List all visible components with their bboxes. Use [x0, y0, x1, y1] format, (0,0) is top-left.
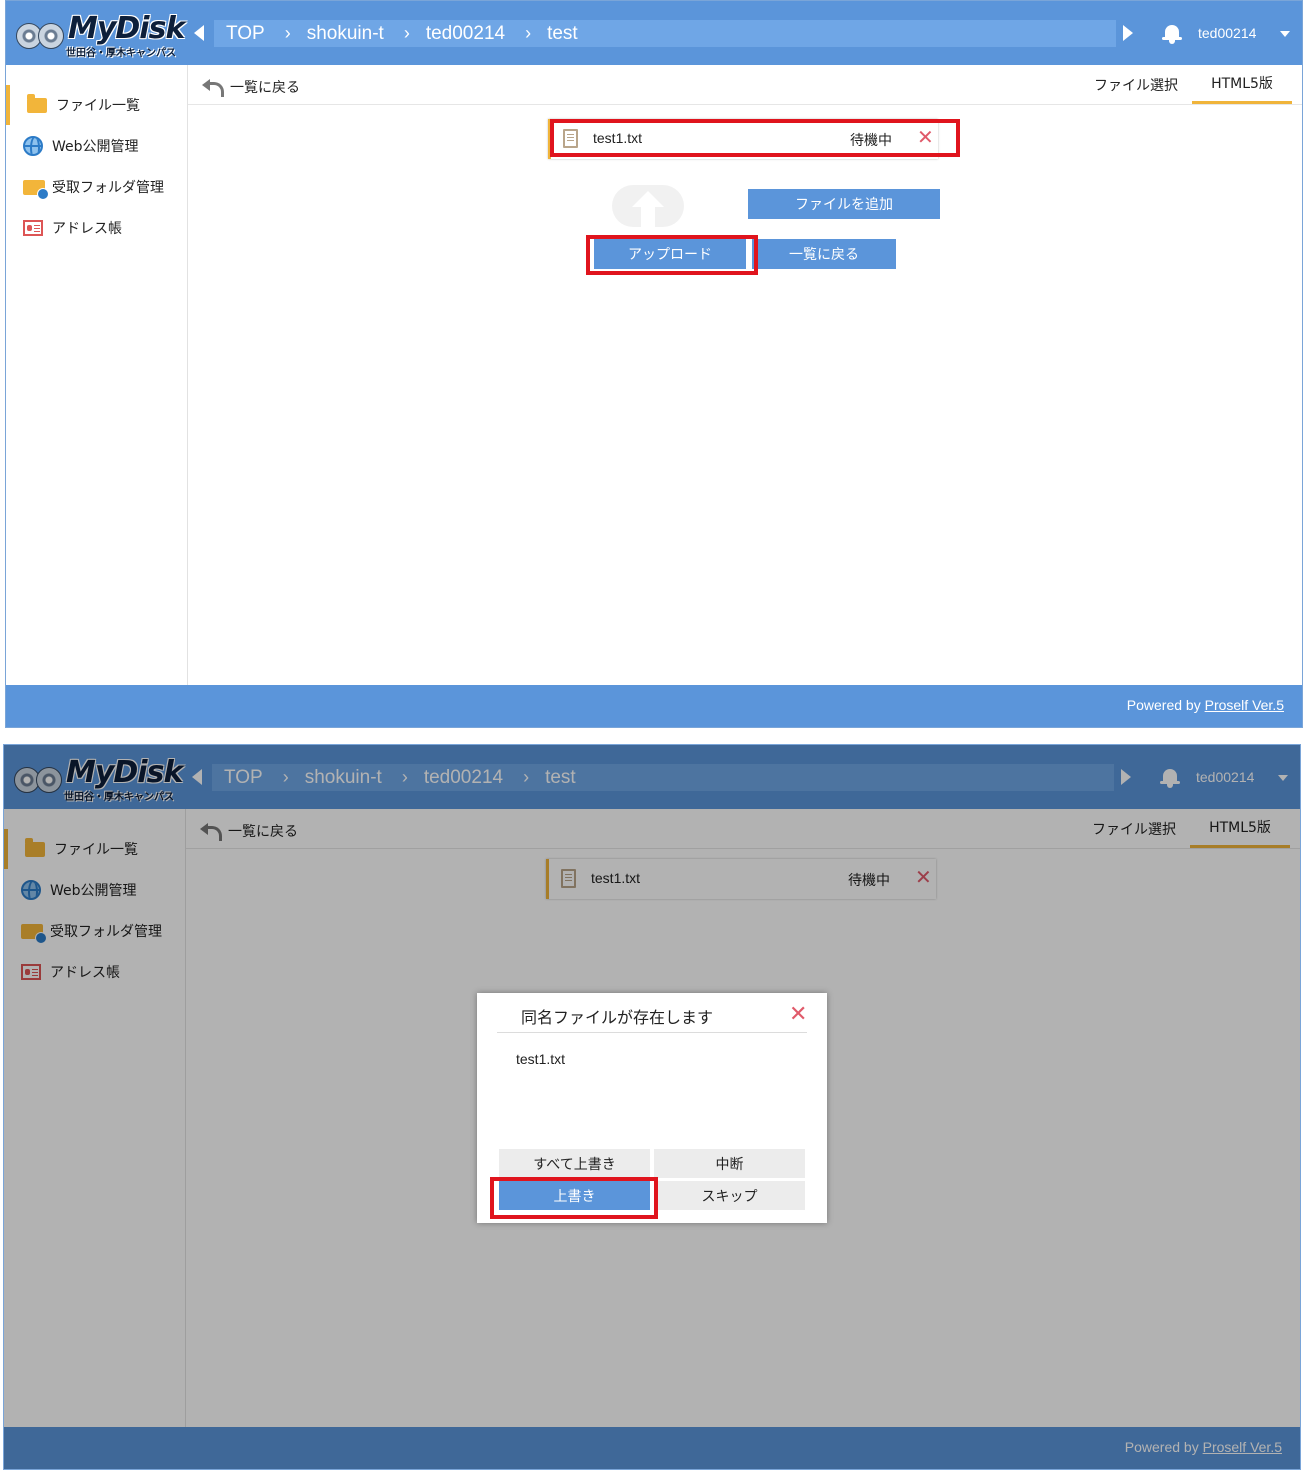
footer: Powered by Proself Ver.5 [6, 685, 1302, 727]
add-file-button[interactable]: ファイルを追加 [748, 189, 940, 219]
screenshot-upload-form: MyDisk 世田谷・厚木キャンパス TOP › shokuin-t › ted… [0, 0, 1306, 728]
highlight-box [490, 1177, 658, 1219]
chevron-down-icon[interactable] [1280, 31, 1290, 37]
breadcrumb-next-icon[interactable] [1123, 25, 1133, 41]
breadcrumb-item-test[interactable]: test [547, 23, 578, 45]
duplicate-file-dialog: 同名ファイルが存在します ✕ test1.txt すべて上書き 中断 上書き ス… [477, 993, 827, 1223]
back-to-list-button[interactable]: 一覧に戻る [752, 239, 896, 269]
sidebar-item-label: Web公開管理 [52, 139, 139, 155]
breadcrumb-item-shokuin[interactable]: shokuin-t [307, 23, 384, 45]
toolbar: 一覧に戻る ファイル選択 HTML5版 [188, 65, 1302, 105]
folder-icon [27, 93, 47, 113]
dialog-title: 同名ファイルが存在します [521, 1008, 714, 1027]
sidebar-item-label: 受取フォルダ管理 [52, 180, 164, 196]
overwrite-all-button[interactable]: すべて上書き [499, 1149, 650, 1178]
breadcrumb: TOP › shokuin-t › ted00214 › test [214, 20, 1116, 47]
screenshot-duplicate-dialog: MyDisk 世田谷・厚木キャンパス TOP › shokuin-t › ted… [0, 744, 1306, 1470]
app-window: MyDisk 世田谷・厚木キャンパス TOP › shokuin-t › ted… [3, 744, 1301, 1470]
abort-button[interactable]: 中断 [654, 1149, 805, 1178]
logo-title: MyDisk [68, 11, 185, 46]
sidebar-item-address-book[interactable]: アドレス帳 [6, 208, 187, 248]
mydisk-logo[interactable]: MyDisk 世田谷・厚木キャンパス [16, 11, 186, 59]
sidebar-item-receive-folder[interactable]: 受取フォルダ管理 [6, 167, 187, 207]
breadcrumb-separator: › [284, 23, 291, 43]
upload-cloud-icon[interactable] [612, 185, 684, 227]
powered-by: Powered by Proself Ver.5 [1127, 697, 1284, 713]
globe-icon [23, 136, 43, 156]
bell-icon[interactable] [1162, 23, 1182, 45]
dialog-file-name: test1.txt [516, 1051, 566, 1067]
address-book-icon [23, 220, 43, 236]
undo-arrow-icon [202, 79, 224, 97]
sidebar-item-file-list[interactable]: ファイル一覧 [6, 85, 187, 125]
main-content: 一覧に戻る ファイル選択 HTML5版 test1.txt 待機中 ✕ ファイル… [188, 65, 1302, 685]
breadcrumb-prev-icon[interactable] [194, 25, 204, 41]
sidebar: ファイル一覧 Web公開管理 受取フォルダ管理 アドレス帳 [6, 65, 188, 685]
proself-link[interactable]: Proself Ver.5 [1205, 697, 1284, 713]
header-bar: MyDisk 世田谷・厚木キャンパス TOP › shokuin-t › ted… [6, 1, 1302, 65]
powered-by-label: Powered by [1126, 697, 1205, 713]
back-label: 一覧に戻る [230, 80, 300, 96]
skip-button[interactable]: スキップ [654, 1181, 805, 1210]
tab-file-select[interactable]: ファイル選択 [1094, 75, 1178, 95]
close-icon[interactable]: ✕ [789, 1004, 807, 1026]
tab-html5[interactable]: HTML5版 [1192, 65, 1292, 104]
sidebar-item-web-publish[interactable]: Web公開管理 [6, 126, 187, 166]
breadcrumb-separator: › [525, 23, 532, 43]
breadcrumb-item-user[interactable]: ted00214 [426, 23, 505, 45]
sidebar-item-label: ファイル一覧 [56, 98, 140, 114]
disc-icon [38, 23, 64, 49]
logo-subtitle: 世田谷・厚木キャンパス [66, 48, 176, 59]
breadcrumb-item-top[interactable]: TOP [226, 23, 265, 45]
highlight-box [550, 119, 960, 157]
receive-folder-icon [23, 179, 49, 200]
app-window: MyDisk 世田谷・厚木キャンパス TOP › shokuin-t › ted… [5, 0, 1303, 728]
highlight-box [586, 235, 758, 275]
back-to-list-link[interactable]: 一覧に戻る [202, 77, 300, 97]
sidebar-item-label: アドレス帳 [52, 221, 122, 237]
dialog-divider [497, 1032, 807, 1033]
breadcrumb-separator: › [403, 23, 410, 43]
user-menu[interactable]: ted00214 [1198, 25, 1256, 41]
